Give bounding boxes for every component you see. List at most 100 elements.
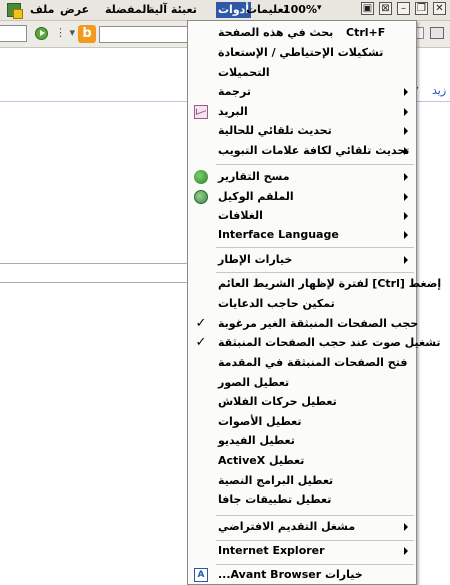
close-button[interactable]: ✕: [433, 2, 446, 15]
menu-item-label: تعطيل الصور: [218, 376, 290, 389]
menu-item-popup-sound[interactable]: ✓ تشغيل صوت عند حجب الصفحات المنبثقة: [188, 333, 441, 353]
menu-item-proxy[interactable]: الملقم الوكيل: [188, 187, 416, 207]
menu-item-ad-blocker[interactable]: تمكين حاجب الدعايات: [188, 294, 416, 314]
menu-separator: [216, 247, 414, 248]
submenu-arrow-icon: [404, 547, 408, 555]
menu-item-translate[interactable]: ترجمة: [188, 82, 416, 102]
menu-item-label: ترجمة: [218, 85, 251, 98]
restore-tabs-icon[interactable]: ▣: [361, 2, 374, 15]
menu-item-label: فتح الصفحات المنبثقة في المقدمة: [218, 356, 408, 369]
tools-menu: Ctrl+F بحث في هذه الصفحة تشكيلات الإحتيا…: [187, 20, 441, 585]
menu-item-find-in-page[interactable]: Ctrl+F بحث في هذه الصفحة: [188, 23, 416, 43]
menu-item-label: تعطيل الفيديو: [218, 434, 295, 447]
menu-item-disable-images[interactable]: تعطيل الصور: [188, 373, 416, 393]
menu-item-label: خيارات الإطار: [218, 253, 293, 266]
submenu-arrow-icon: [404, 212, 408, 220]
menu-item-label: إضغط [Ctrl] لفترة لإظهار الشريط العائم: [218, 277, 442, 290]
menu-bar: ملف عرض المفضلة تعبئة آلية أدوات تعليمات…: [0, 0, 450, 21]
menu-item-auto-refresh-all[interactable]: تحديث تلقائي لكافة علامات التبويب: [188, 141, 416, 161]
menu-separator: [216, 515, 414, 516]
menu-item-label: الغلافات: [218, 209, 263, 222]
menu-item-internet-explorer[interactable]: Internet Explorer: [188, 541, 416, 561]
menu-file[interactable]: ملف: [30, 3, 54, 16]
menu-item-interface-language[interactable]: Interface Language: [188, 225, 416, 245]
submenu-arrow-icon: [404, 173, 408, 181]
menu-item-floating-bar[interactable]: إضغط [Ctrl] لفترة لإظهار الشريط العائم: [188, 274, 441, 294]
menu-item-popups-foreground[interactable]: فتح الصفحات المنبثقة في المقدمة: [188, 353, 416, 373]
address-input[interactable]: [0, 25, 27, 42]
menu-item-label: تعطيل ActiveX: [218, 454, 305, 467]
submenu-arrow-icon: [404, 147, 408, 155]
menu-item-backup-restore[interactable]: تشكيلات الإحتياطي / الإستعادة: [188, 43, 416, 63]
menu-separator: [216, 164, 414, 165]
menu-item-label: خيارات Avant Browser...: [218, 568, 363, 581]
minimize-button[interactable]: –: [397, 2, 410, 15]
page-input-box[interactable]: [0, 263, 188, 283]
restore-button[interactable]: ❐: [415, 2, 428, 15]
submenu-arrow-icon: [404, 127, 408, 135]
submenu-arrow-icon: [404, 108, 408, 116]
submenu-arrow-icon: [404, 523, 408, 531]
clean-shield-icon: [194, 170, 208, 184]
submenu-arrow-icon: [404, 231, 408, 239]
avant-browser-icon: A: [194, 568, 208, 582]
menu-item-disable-video[interactable]: تعطيل الفيديو: [188, 431, 416, 451]
window-controls: ▣ ⊠ – ❐ ✕: [361, 2, 446, 15]
toolbar-monitor-icon[interactable]: [430, 27, 444, 39]
menu-item-default-player[interactable]: مشغل التقديم الافتراضي: [188, 517, 416, 537]
menu-item-label: تحديث تلقائي للحالية: [218, 124, 332, 137]
submenu-arrow-icon: [404, 193, 408, 201]
menu-separator: [216, 272, 414, 273]
menu-view[interactable]: عرض: [60, 3, 89, 16]
menu-item-mail[interactable]: البريد: [188, 102, 416, 122]
menu-item-clear-records[interactable]: مسح التقارير: [188, 167, 416, 187]
check-icon: ✓: [195, 335, 207, 350]
app-icon[interactable]: [7, 3, 23, 19]
menu-item-frame-options[interactable]: خيارات الإطار: [188, 250, 416, 270]
menu-item-label: تعطيل تطبيقات جافا: [218, 493, 332, 506]
menu-item-disable-flash[interactable]: تعطيل حركات الفلاش: [188, 392, 416, 412]
menu-item-disable-sounds[interactable]: تعطيل الأصوات: [188, 412, 416, 432]
menu-item-label: حجب الصفحات المنبثقة الغير مرغوبة: [218, 317, 419, 330]
menu-favorites[interactable]: المفضلة: [105, 3, 150, 16]
menu-item-label: تمكين حاجب الدعايات: [218, 297, 335, 310]
submenu-arrow-icon: [404, 256, 408, 264]
link-fragment-right[interactable]: زيد: [432, 84, 446, 97]
menu-item-label: Interface Language: [218, 228, 339, 241]
menu-item-label: تعطيل البرامج النصية: [218, 474, 334, 487]
search-input[interactable]: [99, 26, 189, 43]
menu-item-auto-refresh-current[interactable]: تحديث تلقائي للحالية: [188, 121, 416, 141]
mail-icon: [194, 105, 208, 119]
menu-help[interactable]: تعليمات: [246, 3, 288, 16]
zoom-dropdown-icon[interactable]: ▾: [317, 3, 322, 13]
menu-item-label: مشغل التقديم الافتراضي: [218, 520, 356, 533]
menu-item-disable-scripts[interactable]: تعطيل البرامج النصية: [188, 471, 416, 491]
menu-item-label: التحميلات: [218, 66, 270, 79]
menu-item-block-popups[interactable]: ✓ حجب الصفحات المنبثقة الغير مرغوبة: [188, 314, 419, 334]
menu-item-skins[interactable]: الغلافات: [188, 206, 416, 226]
menu-item-avant-options[interactable]: A خيارات Avant Browser...: [188, 565, 416, 585]
menu-item-label: مسح التقارير: [218, 170, 290, 183]
menu-item-label: تحديث تلقائي لكافة علامات التبويب: [218, 144, 410, 157]
menu-item-label: الملقم الوكيل: [218, 190, 294, 203]
search-engine-icon[interactable]: b: [78, 25, 96, 43]
menu-item-label: تشغيل صوت عند حجب الصفحات المنبثقة: [218, 336, 441, 349]
menu-autofill[interactable]: تعبئة آلية: [148, 3, 197, 16]
menu-item-label: تعطيل حركات الفلاش: [218, 395, 337, 408]
menu-item-disable-activex[interactable]: تعطيل ActiveX: [188, 451, 416, 471]
menu-item-label: Internet Explorer: [218, 544, 325, 557]
submenu-arrow-icon: [404, 88, 408, 96]
menu-item-label: بحث في هذه الصفحة: [218, 26, 334, 39]
zoom-level[interactable]: 100%: [283, 3, 317, 16]
menu-item-label: تعطيل الأصوات: [218, 415, 302, 428]
menu-item-disable-java[interactable]: تعطيل تطبيقات جافا: [188, 490, 416, 510]
proxy-globe-icon: [194, 190, 208, 204]
close-tab-icon[interactable]: ⊠: [379, 2, 392, 15]
shortcut-label: Ctrl+F: [346, 26, 386, 39]
toolbar-grip[interactable]: ⋮ ▾: [55, 26, 75, 39]
menu-item-label: تشكيلات الإحتياطي / الإستعادة: [218, 46, 384, 59]
menu-item-label: البريد: [218, 105, 248, 118]
go-icon[interactable]: [35, 27, 48, 40]
check-icon: ✓: [195, 316, 207, 331]
menu-item-downloads[interactable]: التحميلات: [188, 63, 416, 83]
